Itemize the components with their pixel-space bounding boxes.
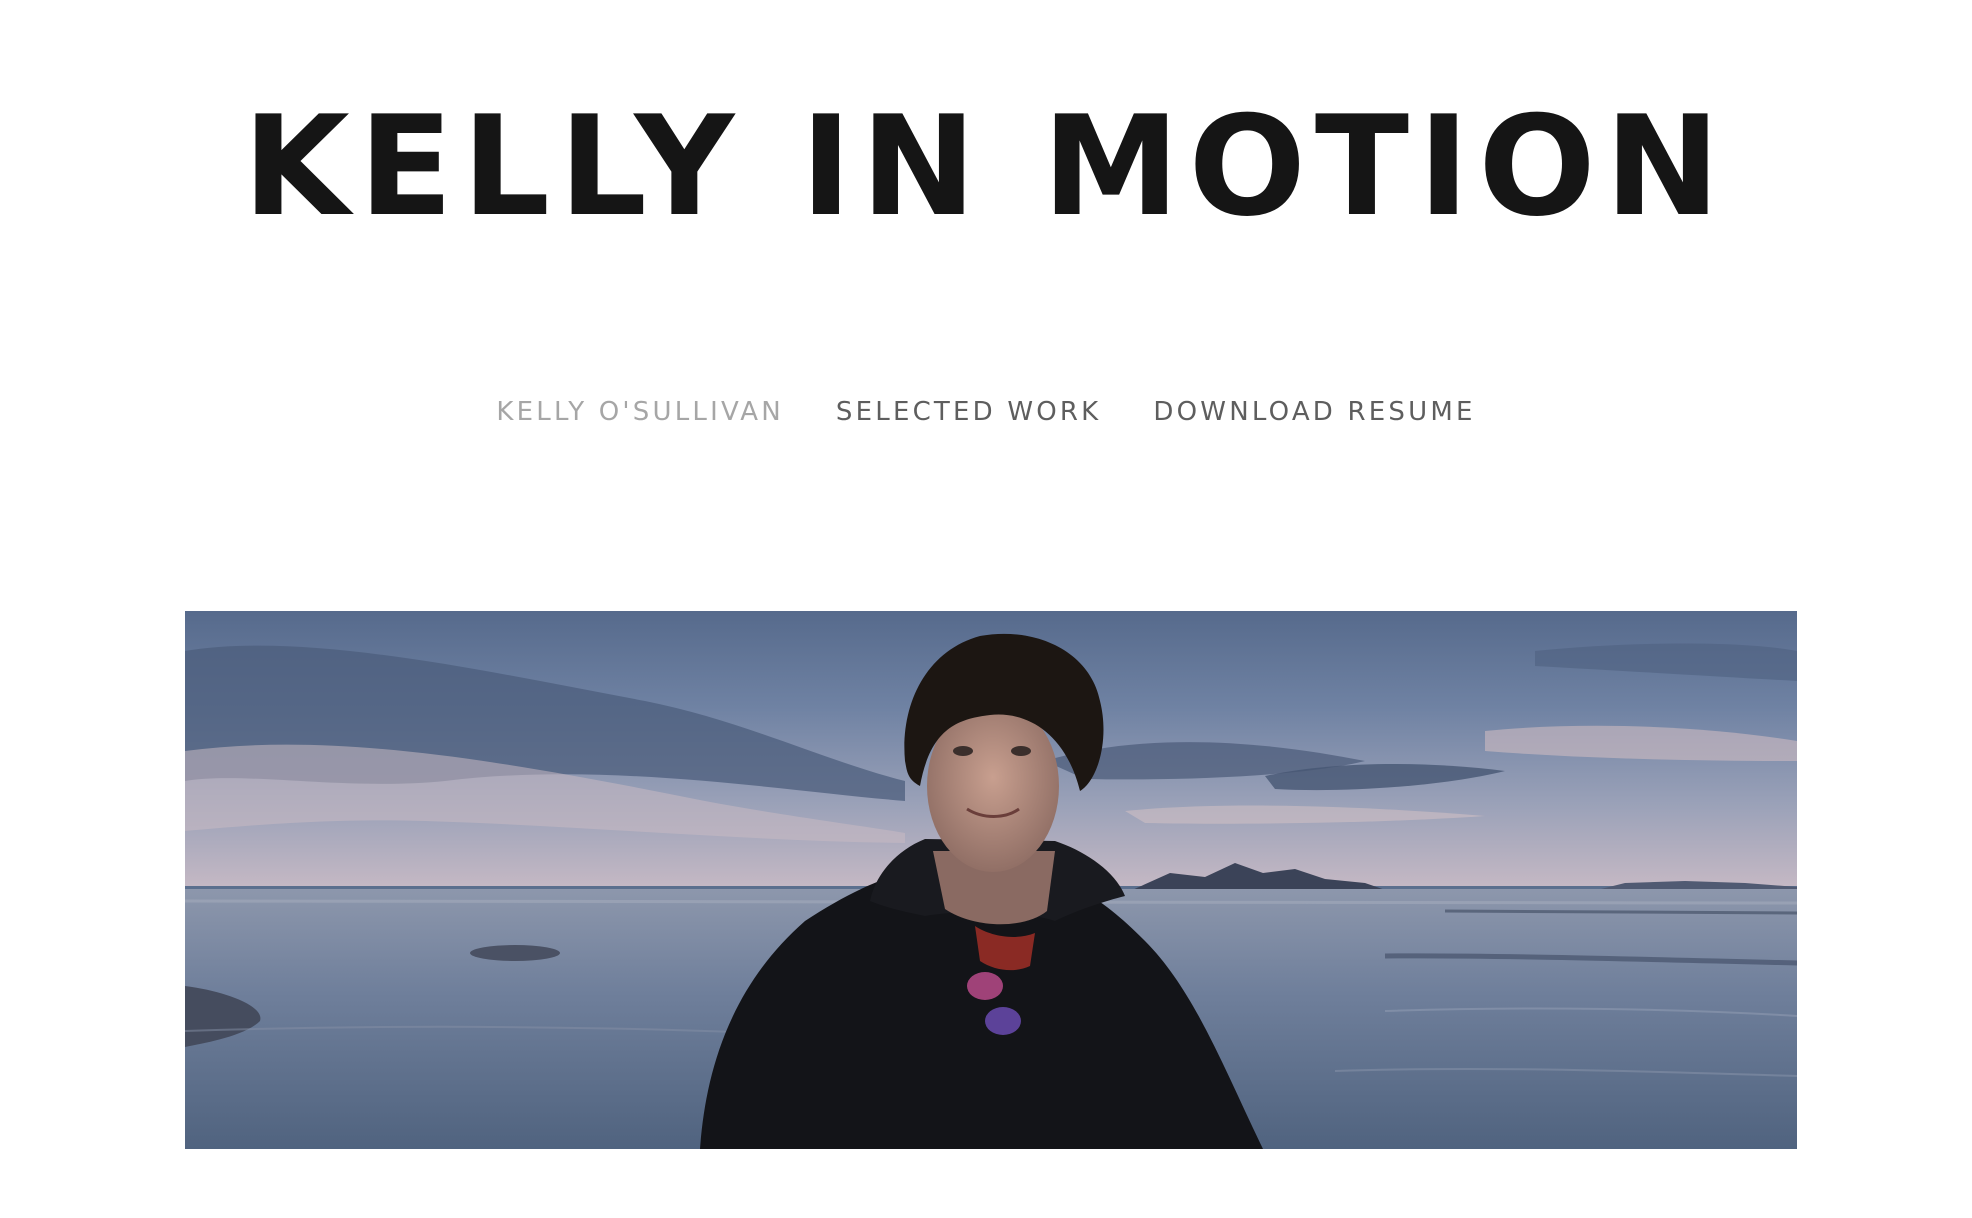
nav-item-kelly-osullivan[interactable]: KELLY O'SULLIVAN (496, 392, 784, 432)
main-nav: KELLY O'SULLIVAN SELECTED WORK DOWNLOAD … (0, 392, 1972, 432)
site-title-link[interactable]: KELLY IN MOTION (0, 82, 1972, 252)
nav-item-download-resume[interactable]: DOWNLOAD RESUME (1153, 392, 1475, 432)
site-header: KELLY IN MOTION KELLY O'SULLIVAN SELECTE… (0, 0, 1972, 600)
nav-item-selected-work[interactable]: SELECTED WORK (836, 392, 1101, 432)
hero-portrait-image (185, 611, 1797, 1149)
